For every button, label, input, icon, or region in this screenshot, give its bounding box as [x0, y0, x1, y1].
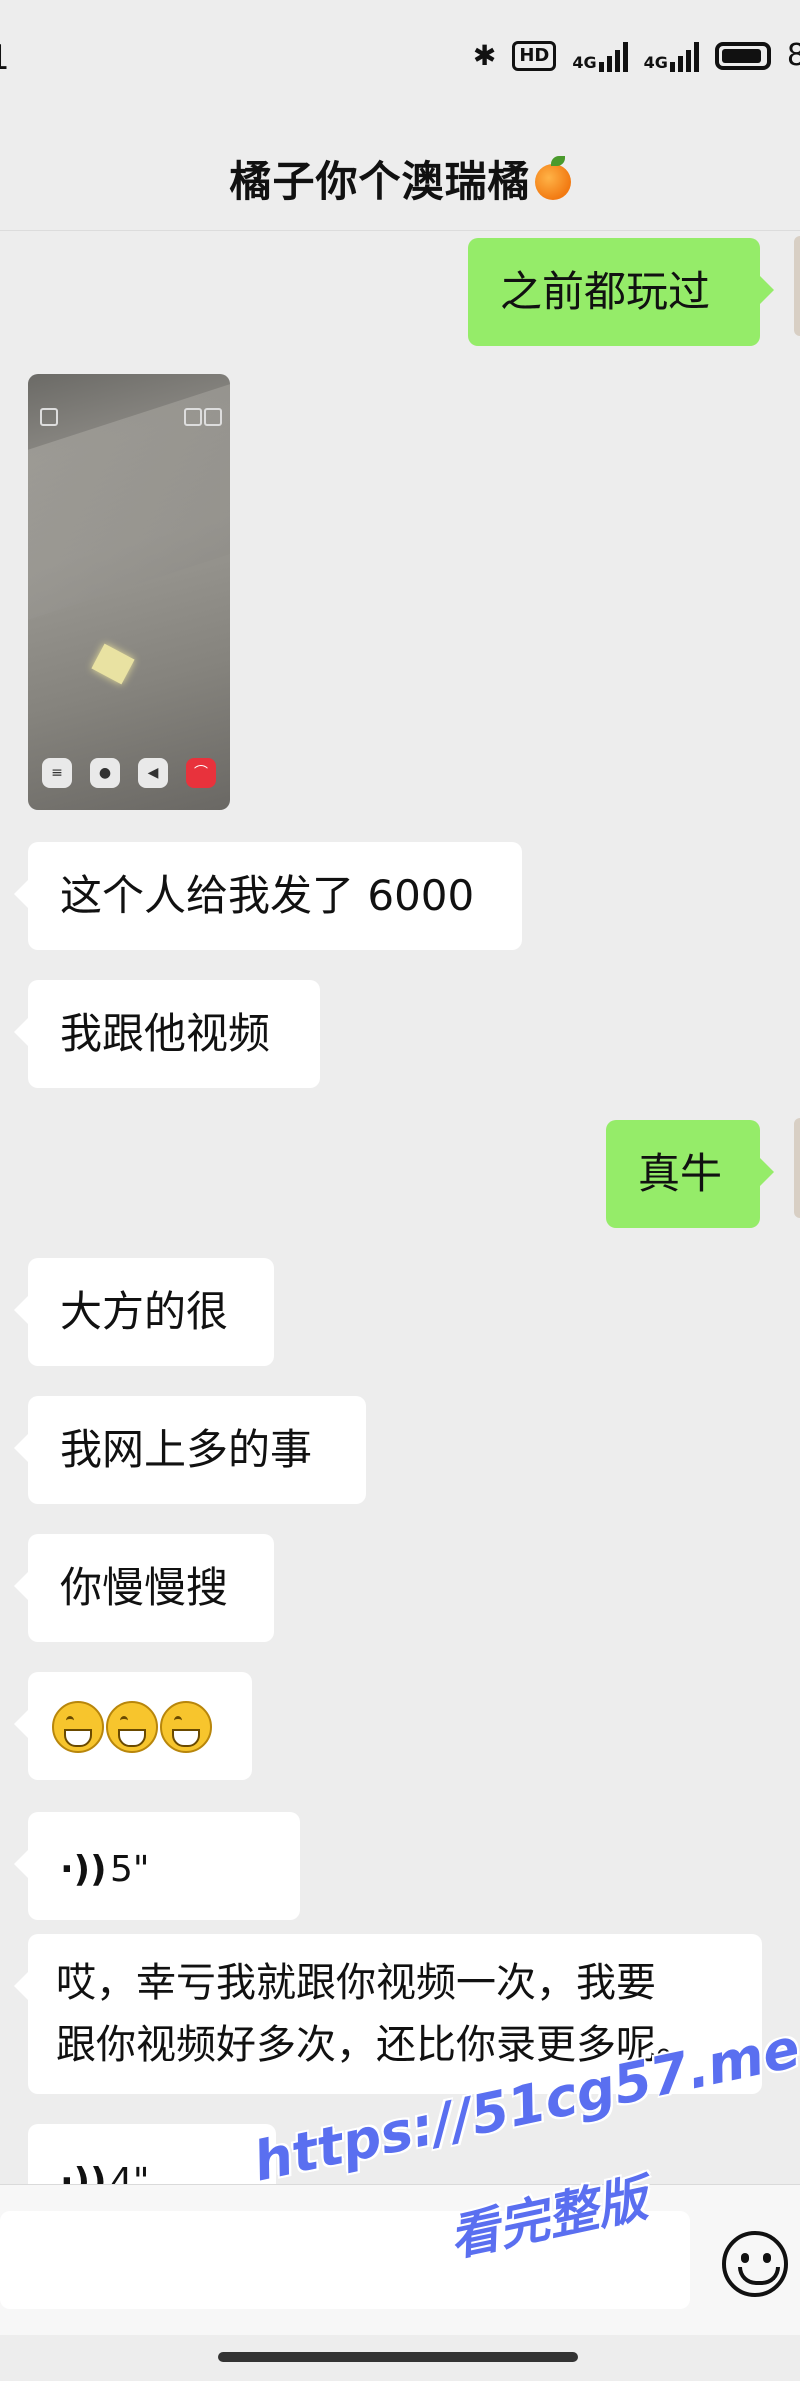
message-bubble-incoming[interactable]: 我跟他视频 [14, 980, 320, 1088]
input-bar [0, 2184, 800, 2335]
voice-duration: 4" [110, 2161, 150, 2184]
battery-level: 8 [786, 38, 800, 73]
voice-message[interactable]: ·))5" [14, 1812, 300, 1920]
home-indicator[interactable] [218, 2352, 578, 2362]
message-text-line: 跟你视频好多次，还比你录更多呢。 [56, 2022, 696, 2068]
status-icons: ✱ HD 4G 4G 8 [473, 38, 800, 73]
network-type-1: 4G [572, 52, 597, 72]
message-bubble-incoming[interactable]: 我网上多的事 [14, 1396, 366, 1504]
message-text-line: 哎，幸亏我就跟你视频一次，我要 [56, 1960, 656, 2006]
message-bubble-incoming[interactable] [14, 1672, 252, 1780]
hd-icon: HD [512, 40, 557, 71]
menu-icon: ≡ [42, 758, 72, 788]
back-icon [40, 408, 58, 426]
message-text: 真牛 [638, 1149, 723, 1198]
my-avatar[interactable] [794, 236, 800, 336]
message-bubble-incoming[interactable]: 这个人给我发了 6000 [14, 842, 522, 950]
minimize-icon [204, 408, 222, 426]
emoji-button-icon[interactable] [722, 2231, 788, 2297]
message-bubble-outgoing[interactable]: 真牛 [606, 1120, 774, 1228]
signal-icon-1: 4G [572, 40, 628, 72]
signal-icon-2: 4G [644, 40, 699, 72]
grinning-face-emoji-icon [160, 1700, 212, 1753]
message-bubble-outgoing[interactable]: 之前都玩过 [468, 238, 774, 346]
camera-switch-icon [184, 408, 202, 426]
mic-icon: ● [90, 758, 120, 788]
chat-header: 橘子你个澳瑞橘 [0, 120, 800, 231]
message-input[interactable] [0, 2211, 690, 2309]
voice-wave-icon: ·)) [60, 1849, 107, 1890]
chat-title-text: 橘子你个澳瑞橘 [229, 157, 531, 206]
my-avatar[interactable] [794, 1118, 800, 1218]
message-bubble-incoming[interactable]: 你慢慢搜 [14, 1534, 274, 1642]
orange-emoji-icon [534, 156, 571, 200]
message-bubble-incoming[interactable]: 哎，幸亏我就跟你视频一次，我要 跟你视频好多次，还比你录更多呢。 [14, 1934, 762, 2094]
network-type-2: 4G [643, 52, 668, 72]
voice-wave-icon: ·)) [60, 2161, 107, 2184]
voice-message[interactable]: ·))4" [28, 2124, 276, 2184]
message-text: 这个人给我发了 6000 [60, 871, 475, 920]
message-text: 我跟他视频 [60, 1009, 271, 1058]
speaker-icon: ◀ [138, 758, 168, 788]
message-text: 我网上多的事 [60, 1425, 313, 1474]
ceiling-light [91, 643, 135, 685]
grinning-face-emoji-icon [52, 1700, 104, 1753]
hang-up-icon: ⌒ [186, 758, 216, 788]
bluetooth-icon: ✱ [472, 39, 497, 72]
chat-title[interactable]: 橘子你个澳瑞橘 [0, 148, 800, 209]
message-bubble-incoming[interactable]: 大方的很 [14, 1258, 274, 1366]
voice-duration: 5" [110, 1849, 150, 1890]
grinning-face-emoji-icon [106, 1700, 158, 1753]
message-text: 你慢慢搜 [60, 1563, 229, 1612]
battery-icon [714, 41, 771, 70]
status-time: 1 [0, 38, 10, 78]
video-message-thumbnail[interactable]: ≡ ● ◀ ⌒ [28, 374, 230, 810]
message-text: 之前都玩过 [500, 267, 711, 316]
status-bar: 1 ✱ HD 4G 4G 8 [0, 0, 800, 120]
message-text: 大方的很 [60, 1287, 229, 1336]
